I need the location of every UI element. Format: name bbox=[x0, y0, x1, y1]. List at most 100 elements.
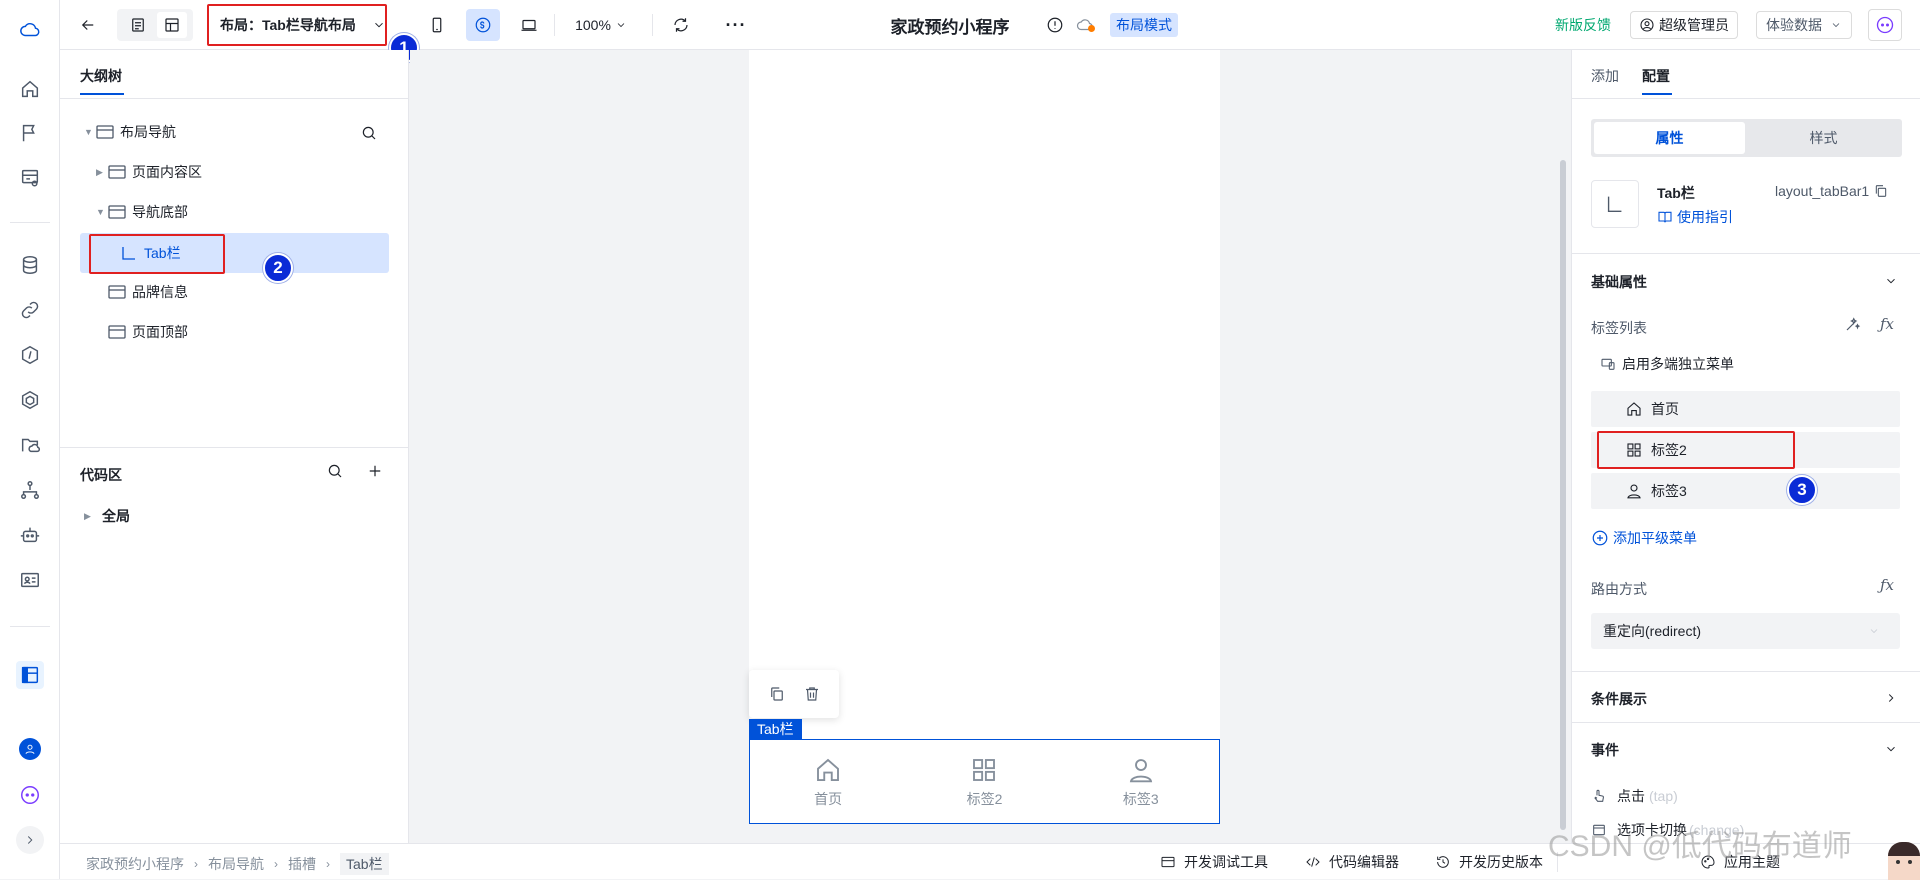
zoom-selector[interactable]: 100% bbox=[568, 11, 634, 39]
user-role-button[interactable]: 超级管理员 bbox=[1630, 11, 1738, 39]
event-tap-label: 点击 bbox=[1617, 788, 1645, 804]
history-label: 开发历史版本 bbox=[1459, 854, 1543, 870]
database-icon[interactable] bbox=[16, 251, 44, 279]
miniprogram-view-icon[interactable] bbox=[466, 9, 500, 41]
robot-icon[interactable] bbox=[16, 521, 44, 549]
basic-props-title[interactable]: 基础属性 bbox=[1591, 272, 1647, 292]
add-menu-button[interactable]: 添加平级菜单 bbox=[1591, 528, 1697, 548]
desktop-view-icon[interactable] bbox=[514, 11, 544, 39]
tab-list-item-tab3[interactable]: 标签3 bbox=[1591, 473, 1900, 509]
dev-tools-label: 开发调试工具 bbox=[1184, 854, 1268, 870]
canvas-scrollbar[interactable] bbox=[1560, 160, 1566, 830]
events-chevron-icon[interactable] bbox=[1884, 742, 1898, 756]
tree-node-page-content[interactable]: ▶ 页面内容区 bbox=[96, 152, 202, 192]
tree-node-brand[interactable]: 品牌信息 bbox=[108, 272, 188, 312]
tree-node-page-top[interactable]: 页面顶部 bbox=[108, 312, 188, 352]
code-editor-button[interactable]: 代码编辑器 bbox=[1305, 852, 1399, 872]
delete-icon[interactable] bbox=[803, 685, 821, 703]
condition-chevron-icon[interactable] bbox=[1884, 691, 1898, 705]
cloud-logo-icon[interactable] bbox=[16, 16, 44, 44]
code-add-icon[interactable] bbox=[364, 460, 386, 482]
api-icon[interactable] bbox=[16, 341, 44, 369]
caret-down-icon[interactable]: ▼ bbox=[96, 207, 108, 217]
tab-list-item-home[interactable]: 首页 bbox=[1591, 391, 1900, 427]
condition-title[interactable]: 条件展示 bbox=[1591, 689, 1647, 709]
tree-node-nav-bottom[interactable]: ▼ 导航底部 bbox=[96, 192, 188, 232]
tabbar-item-tab2[interactable]: 标签2 bbox=[906, 740, 1062, 823]
left-rail bbox=[0, 0, 60, 879]
code-node-global[interactable]: ▶ 全局 bbox=[84, 496, 130, 536]
palette-icon bbox=[1701, 855, 1715, 869]
layout-view-icon[interactable] bbox=[157, 12, 187, 38]
data-selector[interactable]: 体验数据 bbox=[1756, 11, 1852, 39]
tree-label-nav-bottom: 导航底部 bbox=[132, 204, 188, 220]
avatar-icon[interactable] bbox=[16, 735, 44, 763]
tab-config[interactable]: 配置 bbox=[1642, 66, 1670, 86]
back-arrow-icon[interactable] bbox=[74, 11, 102, 39]
history-button[interactable]: 开发历史版本 bbox=[1435, 852, 1543, 872]
code-search-icon[interactable] bbox=[324, 460, 346, 482]
tabbar-item-tab3[interactable]: 标签3 bbox=[1063, 740, 1219, 823]
usage-guide-link[interactable]: 使用指引 bbox=[1657, 207, 1733, 227]
fx-icon[interactable]: ƒx bbox=[1877, 314, 1897, 334]
caret-right-icon[interactable]: ▶ bbox=[84, 511, 96, 522]
route-select[interactable]: 重定向(redirect) bbox=[1591, 613, 1900, 649]
info-icon[interactable] bbox=[1044, 11, 1066, 39]
breadcrumb-item-slot[interactable]: 插槽 bbox=[288, 854, 316, 874]
home-icon bbox=[817, 758, 840, 781]
id-card-icon[interactable] bbox=[16, 566, 44, 594]
component-name: Tab栏 bbox=[1657, 185, 1695, 201]
workflow-icon[interactable] bbox=[16, 476, 44, 504]
segment-props[interactable]: 属性 bbox=[1594, 122, 1745, 154]
code-area-title: 代码区 bbox=[80, 467, 122, 483]
refresh-icon[interactable] bbox=[667, 11, 695, 39]
expand-rail-icon[interactable] bbox=[16, 826, 44, 854]
copy-icon[interactable] bbox=[768, 685, 786, 703]
more-icon[interactable]: ··· bbox=[722, 11, 750, 39]
outline-tab[interactable]: 大纲树 bbox=[80, 66, 122, 86]
multi-menu-toggle[interactable]: 启用多端独立菜单 bbox=[1600, 354, 1734, 374]
link-icon[interactable] bbox=[16, 296, 44, 324]
outline-search-icon[interactable] bbox=[358, 122, 380, 144]
tree-label-page-top: 页面顶部 bbox=[132, 324, 188, 340]
design-canvas: Tab栏 首页 标签2 标签3 bbox=[410, 50, 1570, 843]
tab-add[interactable]: 添加 bbox=[1591, 66, 1619, 86]
flag-icon[interactable] bbox=[16, 119, 44, 147]
theme-button[interactable]: 应用主题 bbox=[1700, 852, 1780, 872]
caret-down-icon[interactable]: ▼ bbox=[84, 127, 96, 137]
assistant-avatar[interactable] bbox=[1888, 842, 1920, 880]
caret-right-icon[interactable]: ▶ bbox=[96, 167, 108, 178]
book-icon bbox=[1658, 211, 1672, 223]
cloud-folder-icon[interactable] bbox=[16, 431, 44, 459]
home-icon[interactable] bbox=[16, 75, 44, 103]
basic-props-chevron-icon[interactable] bbox=[1884, 274, 1898, 288]
route-fx-icon[interactable]: ƒx bbox=[1877, 575, 1897, 595]
breadcrumb-item-tabbar[interactable]: Tab栏 bbox=[340, 853, 389, 875]
magic-wand-icon[interactable] bbox=[1843, 314, 1863, 334]
ai-chat-icon[interactable] bbox=[1868, 9, 1902, 41]
app-settings-icon[interactable] bbox=[16, 164, 44, 192]
layout-icon[interactable] bbox=[16, 661, 44, 689]
dev-tools-button[interactable]: 开发调试工具 bbox=[1160, 852, 1268, 872]
cloud-status-icon[interactable] bbox=[1074, 11, 1096, 39]
copy-id-icon[interactable] bbox=[1873, 183, 1889, 199]
events-title[interactable]: 事件 bbox=[1591, 740, 1619, 760]
tree-node-root[interactable]: ▼ 布局导航 bbox=[84, 112, 176, 152]
tab-config-underline bbox=[1642, 93, 1672, 95]
tabbar-label-tab3: 标签3 bbox=[1122, 790, 1159, 807]
component-icon[interactable] bbox=[16, 386, 44, 414]
tabbar-item-home[interactable]: 首页 bbox=[750, 740, 906, 823]
multi-menu-label: 启用多端独立菜单 bbox=[1622, 356, 1734, 372]
outline-view-icon[interactable] bbox=[123, 16, 153, 34]
event-tap[interactable]: 点击 (tap) bbox=[1591, 786, 1678, 806]
feedback-link[interactable]: 新版反馈 bbox=[1550, 11, 1616, 39]
mobile-view-icon[interactable] bbox=[423, 11, 451, 39]
ai-assistant-icon[interactable] bbox=[16, 781, 44, 809]
breadcrumb-item-app[interactable]: 家政预约小程序 bbox=[86, 854, 184, 874]
component-thumbnail bbox=[1591, 180, 1639, 228]
devices-icon bbox=[1601, 358, 1615, 370]
segment-style[interactable]: 样式 bbox=[1748, 122, 1899, 154]
breadcrumb-item-layout[interactable]: 布局导航 bbox=[208, 854, 264, 874]
tabbar-preview[interactable]: 首页 标签2 标签3 bbox=[749, 739, 1220, 824]
event-change[interactable]: 选项卡切换 (change) bbox=[1591, 820, 1744, 840]
